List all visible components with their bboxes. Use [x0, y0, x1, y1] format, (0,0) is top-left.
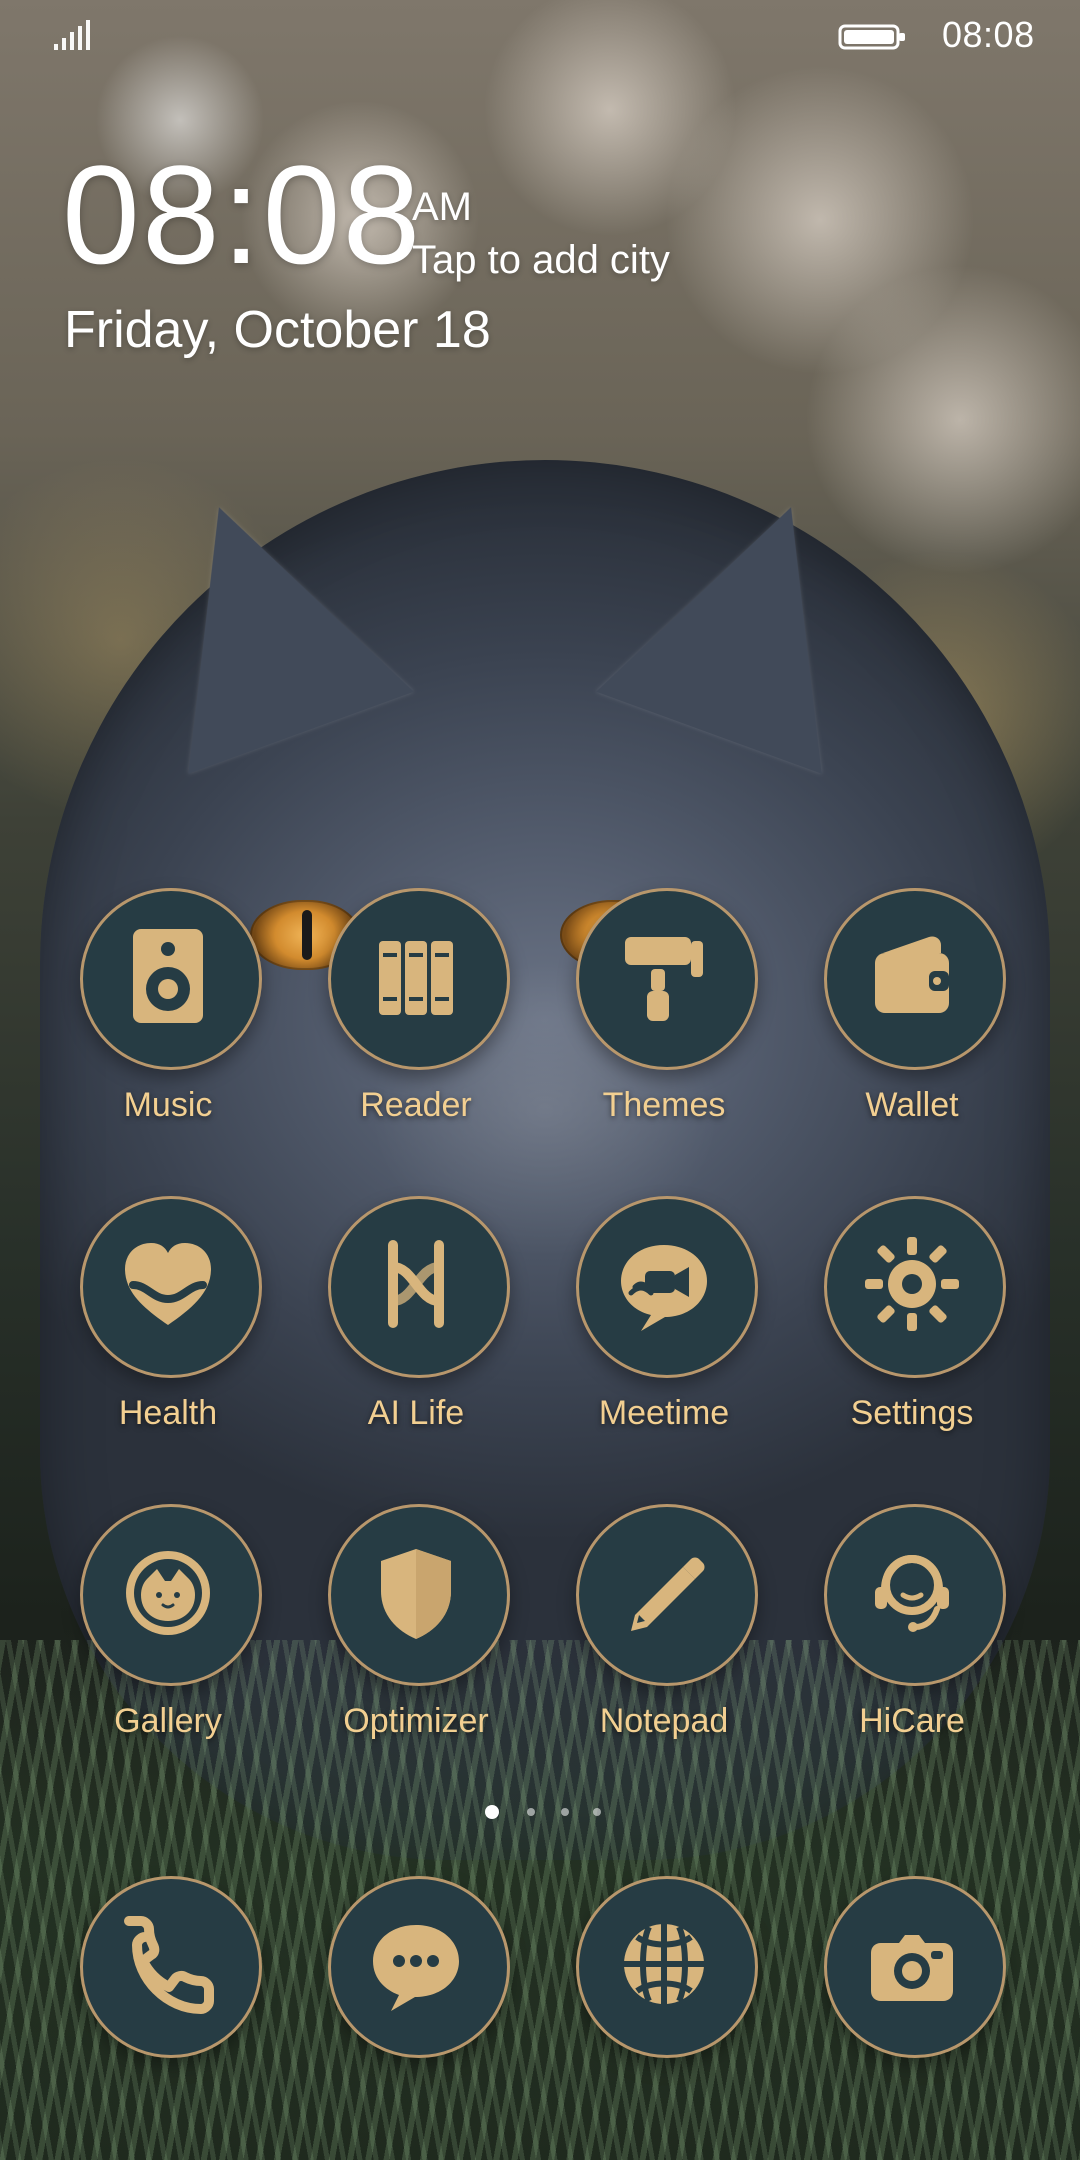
app-label: Meetime	[598, 1394, 730, 1432]
messages-icon	[373, 1925, 459, 2011]
lockscreen-date: Friday, October 18	[64, 301, 491, 359]
app-optimizer[interactable]: Optimizer	[316, 1504, 516, 1764]
phone-icon	[124, 1916, 214, 2014]
app-wallet[interactable]: Wallet	[812, 888, 1012, 1148]
app-label: Wallet	[865, 1086, 959, 1124]
wallet-icon	[875, 936, 949, 1013]
page-dot	[527, 1808, 535, 1816]
camera-icon	[871, 1935, 953, 2001]
hicare-icon	[875, 1554, 949, 1632]
page-dot	[593, 1808, 601, 1816]
ai-life-icon	[388, 1240, 444, 1328]
app-label: Notepad	[599, 1702, 729, 1740]
notepad-icon	[631, 1557, 705, 1631]
dock-phone[interactable]	[68, 1876, 268, 2136]
lockscreen-time[interactable]: 08:08	[62, 145, 422, 285]
app-settings[interactable]: Settings	[812, 1196, 1012, 1456]
page-dot	[561, 1808, 569, 1816]
battery-icon	[838, 24, 905, 50]
app-label: HiCare	[859, 1702, 965, 1740]
dock-camera[interactable]	[812, 1876, 1012, 2136]
app-meetime[interactable]: Meetime	[564, 1196, 764, 1456]
status-time: 08:08	[942, 14, 1035, 55]
settings-icon	[865, 1237, 959, 1331]
app-themes[interactable]: Themes	[564, 888, 764, 1148]
gallery-icon	[126, 1551, 210, 1635]
app-label: Health	[118, 1394, 218, 1432]
app-label: Themes	[602, 1086, 726, 1124]
app-notepad[interactable]: Notepad	[564, 1504, 764, 1764]
reader-icon	[379, 941, 453, 1015]
optimizer-icon	[381, 1549, 451, 1639]
health-icon	[125, 1243, 211, 1325]
signal-strength-icon	[54, 20, 90, 50]
status-bar: 08:08	[0, 0, 1080, 80]
meetime-icon	[621, 1245, 707, 1331]
app-ai-life[interactable]: AI Life	[316, 1196, 516, 1456]
themes-icon	[625, 937, 703, 1021]
app-label: Settings	[850, 1394, 974, 1432]
app-label: AI Life	[367, 1394, 465, 1432]
app-music[interactable]: Music	[68, 888, 268, 1148]
page-dot-active	[485, 1805, 499, 1819]
app-label: Reader	[360, 1086, 472, 1124]
app-hicare[interactable]: HiCare	[812, 1504, 1012, 1764]
app-label: Optimizer	[343, 1702, 489, 1740]
weather-city-prompt[interactable]: Tap to add city	[412, 238, 670, 283]
browser-icon	[624, 1924, 704, 2004]
app-label: Gallery	[114, 1702, 222, 1740]
music-icon	[133, 929, 203, 1023]
dock-browser[interactable]	[564, 1876, 764, 2136]
lockscreen-ampm: AM	[412, 185, 472, 229]
dock-messages[interactable]	[316, 1876, 516, 2136]
app-gallery[interactable]: Gallery	[68, 1504, 268, 1764]
page-indicator[interactable]	[485, 1804, 605, 1824]
app-reader[interactable]: Reader	[316, 888, 516, 1148]
app-health[interactable]: Health	[68, 1196, 268, 1456]
app-label: Music	[123, 1086, 213, 1124]
